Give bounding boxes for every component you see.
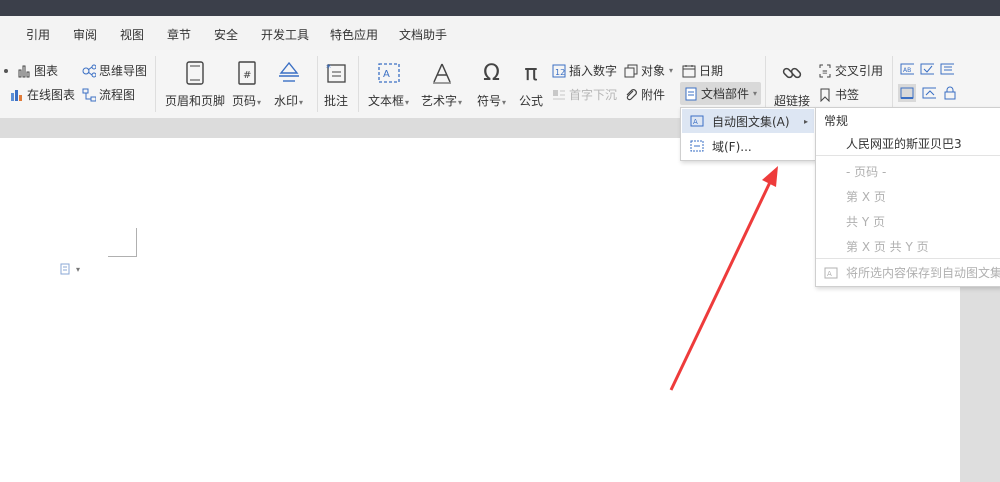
annotation-arrow (669, 166, 778, 391)
